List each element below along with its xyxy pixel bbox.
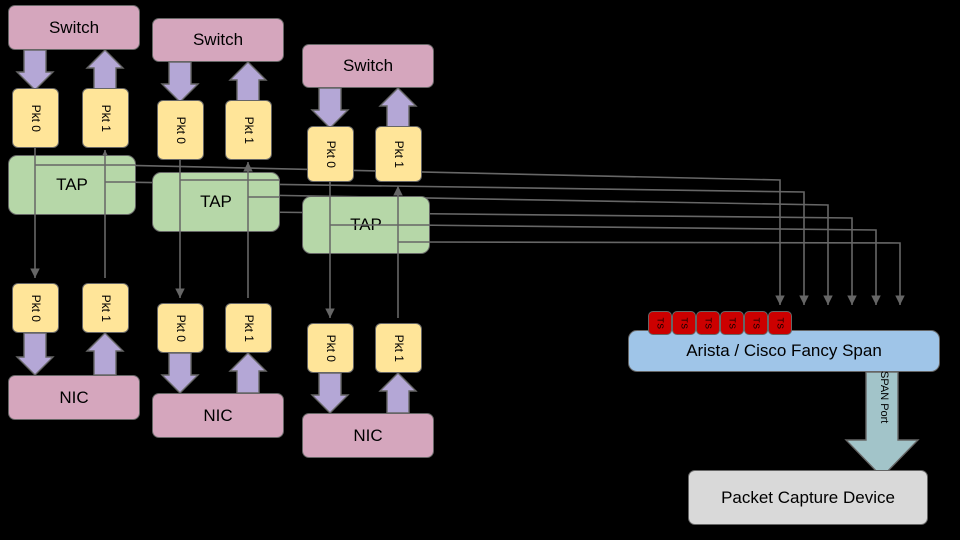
col3-bottom-pkt0-label: Pkt 0 — [323, 334, 338, 362]
arrow-pkt1-to-switch3 — [378, 87, 418, 129]
tap-3-label: TAP — [350, 215, 382, 235]
col1-bottom-pkt0[interactable]: Pkt 0 — [12, 283, 59, 333]
col2-bottom-pkt0[interactable]: Pkt 0 — [157, 303, 204, 353]
span-port-3[interactable]: TS — [696, 311, 720, 335]
span-port-5[interactable]: TS — [744, 311, 768, 335]
arrow-switch2-to-pkt0 — [160, 61, 200, 103]
nic-2-label: NIC — [203, 405, 233, 425]
nic-2[interactable]: NIC — [152, 393, 284, 438]
span-port-2[interactable]: TS — [672, 311, 696, 335]
packet-capture-device-label: Packet Capture Device — [721, 487, 895, 507]
col2-top-pkt0-label: Pkt 0 — [173, 116, 188, 144]
arrow-col1-nic-to-pkt1 — [85, 332, 125, 376]
span-device[interactable]: Arista / Cisco Fancy Span — [628, 330, 940, 372]
span-port-1[interactable]: TS — [648, 311, 672, 335]
nic-3[interactable]: NIC — [302, 413, 434, 458]
tap-3[interactable]: TAP — [302, 196, 430, 254]
packet-capture-device[interactable]: Packet Capture Device — [688, 470, 928, 525]
tap-1-label: TAP — [56, 175, 88, 195]
tap-1[interactable]: TAP — [8, 155, 136, 215]
col2-bottom-pkt1[interactable]: Pkt 1 — [225, 303, 272, 353]
arrow-col3-pkt0-to-nic — [310, 372, 350, 414]
arrow-col3-nic-to-pkt1 — [378, 372, 418, 414]
diagram-canvas: Switch Pkt 0 Pkt 1 TAP Pkt 0 Pkt 1 NIC S… — [0, 0, 960, 540]
col2-bottom-pkt1-label: Pkt 1 — [241, 314, 256, 342]
arrow-col1-pkt0-to-nic — [15, 332, 55, 376]
arrow-switch1-to-pkt0 — [15, 49, 55, 91]
col3-top-pkt1-label: Pkt 1 — [391, 140, 406, 168]
switch-2-label: Switch — [192, 30, 244, 50]
switch-1-label: Switch — [48, 17, 100, 37]
wire-layer — [15, 49, 920, 479]
tap-2[interactable]: TAP — [152, 172, 280, 232]
col2-bottom-pkt0-label: Pkt 0 — [173, 314, 188, 342]
span-device-label: Arista / Cisco Fancy Span — [686, 341, 882, 361]
col3-top-pkt1[interactable]: Pkt 1 — [375, 126, 422, 182]
nic-3-label: NIC — [353, 425, 383, 445]
col2-top-pkt1-label: Pkt 1 — [241, 116, 256, 144]
switch-3-label: Switch — [342, 56, 394, 76]
col3-bottom-pkt0[interactable]: Pkt 0 — [307, 323, 354, 373]
nic-1-label: NIC — [59, 387, 89, 407]
col1-top-pkt0[interactable]: Pkt 0 — [12, 88, 59, 148]
span-port-1-label: TS — [655, 317, 666, 329]
wire-span-5 — [411, 224, 881, 305]
switch-1[interactable]: Switch — [8, 5, 140, 50]
span-port-6[interactable]: TS — [768, 311, 792, 335]
arrow-switch3-to-pkt0 — [310, 87, 350, 129]
col2-top-pkt1[interactable]: Pkt 1 — [225, 100, 272, 160]
span-port-4[interactable]: TS — [720, 311, 744, 335]
col1-bottom-pkt0-label: Pkt 0 — [28, 294, 43, 322]
col1-bottom-pkt1[interactable]: Pkt 1 — [82, 283, 129, 333]
arrow-pkt1-to-switch2 — [228, 61, 268, 103]
span-port-6-label: TS — [775, 317, 786, 329]
span-port-2-label: TS — [679, 317, 690, 329]
tap-2-label: TAP — [200, 192, 232, 212]
span-port-5-label: TS — [751, 317, 762, 329]
arrow-col2-pkt0-to-nic — [160, 352, 200, 394]
col2-top-pkt0[interactable]: Pkt 0 — [157, 100, 204, 160]
nic-1[interactable]: NIC — [8, 375, 140, 420]
arrow-col2-nic-to-pkt1 — [228, 352, 268, 394]
col3-top-pkt0-label: Pkt 0 — [323, 140, 338, 168]
col1-top-pkt1-label: Pkt 1 — [98, 104, 113, 132]
arrow-pkt1-to-switch1 — [85, 49, 125, 91]
switch-3[interactable]: Switch — [302, 44, 434, 88]
col1-top-pkt1[interactable]: Pkt 1 — [82, 88, 129, 148]
col3-top-pkt0[interactable]: Pkt 0 — [307, 126, 354, 182]
span-port-4-label: TS — [727, 317, 738, 329]
wire-span-6 — [411, 241, 905, 305]
col3-bottom-pkt1[interactable]: Pkt 1 — [375, 323, 422, 373]
span-port-3-label: TS — [703, 317, 714, 329]
col1-top-pkt0-label: Pkt 0 — [28, 104, 43, 132]
switch-2[interactable]: Switch — [152, 18, 284, 62]
col1-bottom-pkt1-label: Pkt 1 — [98, 294, 113, 322]
span-port-label: SPAN Port — [878, 371, 890, 424]
col3-bottom-pkt1-label: Pkt 1 — [391, 334, 406, 362]
